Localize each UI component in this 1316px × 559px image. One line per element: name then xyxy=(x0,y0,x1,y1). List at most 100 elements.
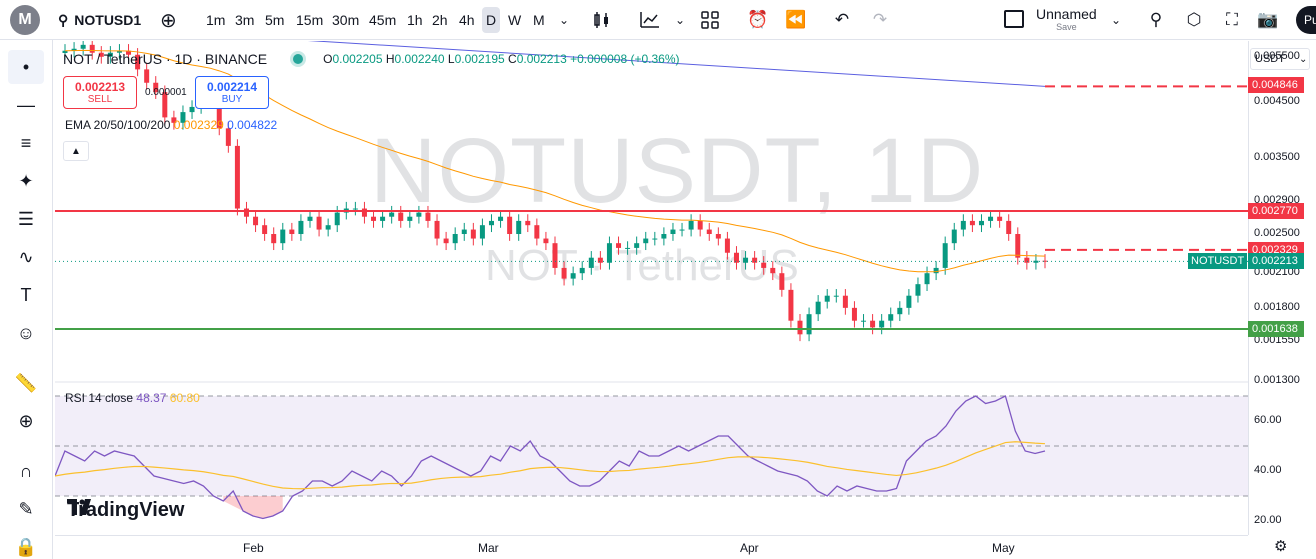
interval-w[interactable]: W xyxy=(504,7,525,33)
candle-body xyxy=(243,208,249,217)
candle-body xyxy=(425,212,431,221)
templates-icon[interactable] xyxy=(696,6,724,34)
zoom-icon[interactable]: ⊕ xyxy=(8,404,44,438)
interval-1h[interactable]: 1h xyxy=(403,7,427,33)
candle-body xyxy=(879,320,885,328)
candle-body xyxy=(543,238,549,244)
price-tick: 0.005500 xyxy=(1254,49,1300,62)
collapse-legend-button[interactable]: ▲ xyxy=(63,141,89,161)
candles-icon[interactable] xyxy=(588,6,616,34)
pattern-icon[interactable]: ✦ xyxy=(8,164,44,198)
candle-body xyxy=(851,307,857,321)
candle-body xyxy=(870,320,876,328)
brush-icon[interactable]: ∿ xyxy=(8,240,44,274)
candle-body xyxy=(325,225,331,230)
candle-body xyxy=(815,301,821,315)
candle-body xyxy=(643,238,649,244)
price-axis[interactable] xyxy=(1248,41,1316,535)
interval-m[interactable]: M xyxy=(529,7,549,33)
compare-symbol-button[interactable]: ⊕ xyxy=(160,0,177,40)
chevron-down-icon[interactable]: ⌄ xyxy=(550,6,578,34)
interval-4h[interactable]: 4h xyxy=(455,7,479,33)
candle-body xyxy=(398,212,404,221)
quick-search-icon[interactable]: ⚲ xyxy=(1142,6,1170,34)
redo-icon[interactable]: ↷ xyxy=(866,6,894,34)
fullscreen-icon[interactable]: ⛶ xyxy=(1218,6,1246,34)
layout-icon[interactable] xyxy=(1004,10,1024,28)
lock-icon[interactable]: 🔒 xyxy=(8,530,44,559)
candle-body xyxy=(380,216,386,221)
market-status-icon xyxy=(293,54,304,64)
trend-line-icon[interactable]: — xyxy=(8,88,44,122)
price-label: 0.002213 xyxy=(1248,253,1304,270)
time-label-feb: Feb xyxy=(243,541,264,555)
interval-3m[interactable]: 3m xyxy=(231,7,258,33)
symbol-search[interactable]: ⚲ NOTUSD1 xyxy=(58,0,141,40)
indicators-icon[interactable] xyxy=(636,6,664,34)
horizontal-lines-icon[interactable]: ≡ xyxy=(8,126,44,160)
candle-body xyxy=(997,216,1003,221)
top-toolbar: M ⚲ NOTUSD1 ⊕ 1m 3m 5m 15m 30m 45m 1h 2h… xyxy=(0,0,1316,40)
candle-body xyxy=(307,216,313,221)
chart-pane[interactable]: NOTUSDT, 1D NOT · TetherUS NOT / TetherU… xyxy=(55,41,1248,535)
candle-body xyxy=(779,273,785,290)
chevron-down-icon[interactable]: ⌄ xyxy=(1102,6,1130,34)
layout-name[interactable]: Unnamed Save xyxy=(1036,6,1097,32)
candle-body xyxy=(960,220,966,230)
interval-15m[interactable]: 15m xyxy=(292,7,327,33)
alert-icon[interactable]: ⏰ xyxy=(744,6,772,34)
interval-2h[interactable]: 2h xyxy=(428,7,452,33)
emoji-icon[interactable]: ☺ xyxy=(8,316,44,350)
candle-body xyxy=(498,216,504,221)
interval-1m[interactable]: 1m xyxy=(202,7,229,33)
candle-body xyxy=(80,44,86,49)
candle-body xyxy=(842,295,848,308)
candle-body xyxy=(969,220,975,226)
text-icon[interactable]: T xyxy=(8,278,44,312)
publish-button[interactable]: Pu xyxy=(1296,6,1316,34)
buy-button[interactable]: 0.002214 BUY xyxy=(195,76,269,109)
replay-icon[interactable]: ⏪ xyxy=(782,6,810,34)
rsi-tick: 40.00 xyxy=(1254,464,1282,476)
interval-45m[interactable]: 45m xyxy=(365,7,400,33)
candle-body xyxy=(915,284,921,296)
cursor-dot-icon[interactable]: • xyxy=(8,50,44,84)
lock-drawing-icon[interactable]: ✎ xyxy=(8,492,44,526)
chart-canvas[interactable] xyxy=(55,41,1248,535)
gear-icon[interactable]: ⚙ xyxy=(1274,537,1287,555)
candle-body xyxy=(606,243,612,263)
candle-body xyxy=(824,295,830,302)
candle-body xyxy=(416,212,422,217)
chevron-down-icon[interactable]: ⌄ xyxy=(666,6,694,34)
candle-body xyxy=(334,212,340,226)
candle-body xyxy=(234,145,240,209)
candle-body xyxy=(280,229,286,244)
tradingview-logo[interactable]: TradingView xyxy=(67,499,184,522)
legend-title[interactable]: NOT / TetherUS · 1D · BINANCE xyxy=(63,51,267,67)
sell-button[interactable]: 0.002213 SELL xyxy=(63,76,137,109)
undo-icon[interactable]: ↶ xyxy=(828,6,856,34)
rsi-legend[interactable]: RSI 14 close 48.37 60.80 xyxy=(65,391,200,405)
candle-body xyxy=(733,252,739,263)
spread-value: 0.000001 xyxy=(145,87,187,98)
magnet-icon[interactable]: ∩ xyxy=(8,454,44,488)
interval-d[interactable]: D xyxy=(482,7,501,33)
candle-body xyxy=(488,220,494,226)
ruler-icon[interactable]: 📏 xyxy=(8,366,44,400)
candle-body xyxy=(507,216,513,235)
candle-body xyxy=(743,257,749,263)
interval-5m[interactable]: 5m xyxy=(261,7,288,33)
ema-legend[interactable]: EMA 20/50/100/200 0.002329 0.004822 xyxy=(65,118,277,132)
candle-body xyxy=(579,267,585,274)
camera-icon[interactable]: 📷 xyxy=(1254,6,1282,34)
fib-icon[interactable]: ☰ xyxy=(8,202,44,236)
candle-body xyxy=(452,234,458,244)
time-axis[interactable]: Feb Mar Apr May xyxy=(55,535,1248,559)
interval-30m[interactable]: 30m xyxy=(328,7,363,33)
candle-body xyxy=(371,216,377,221)
settings-icon[interactable]: ⬡ xyxy=(1180,6,1208,34)
user-avatar[interactable]: M xyxy=(10,5,40,35)
price-tick: 0.001800 xyxy=(1254,300,1300,313)
candle-body xyxy=(443,238,449,244)
candle-body xyxy=(661,234,667,239)
